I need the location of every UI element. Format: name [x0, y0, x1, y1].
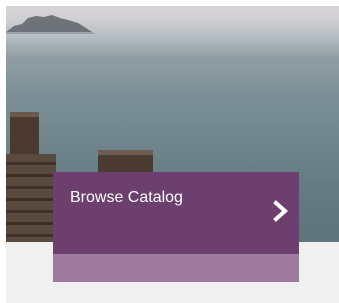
card-header[interactable]: Browse Catalog	[53, 172, 299, 254]
page: Browse Catalog	[0, 0, 339, 303]
browse-catalog-card[interactable]: Browse Catalog	[53, 172, 299, 282]
chevron-right-icon[interactable]	[273, 200, 289, 222]
card-title: Browse Catalog	[70, 189, 183, 206]
card-footer	[53, 254, 299, 282]
